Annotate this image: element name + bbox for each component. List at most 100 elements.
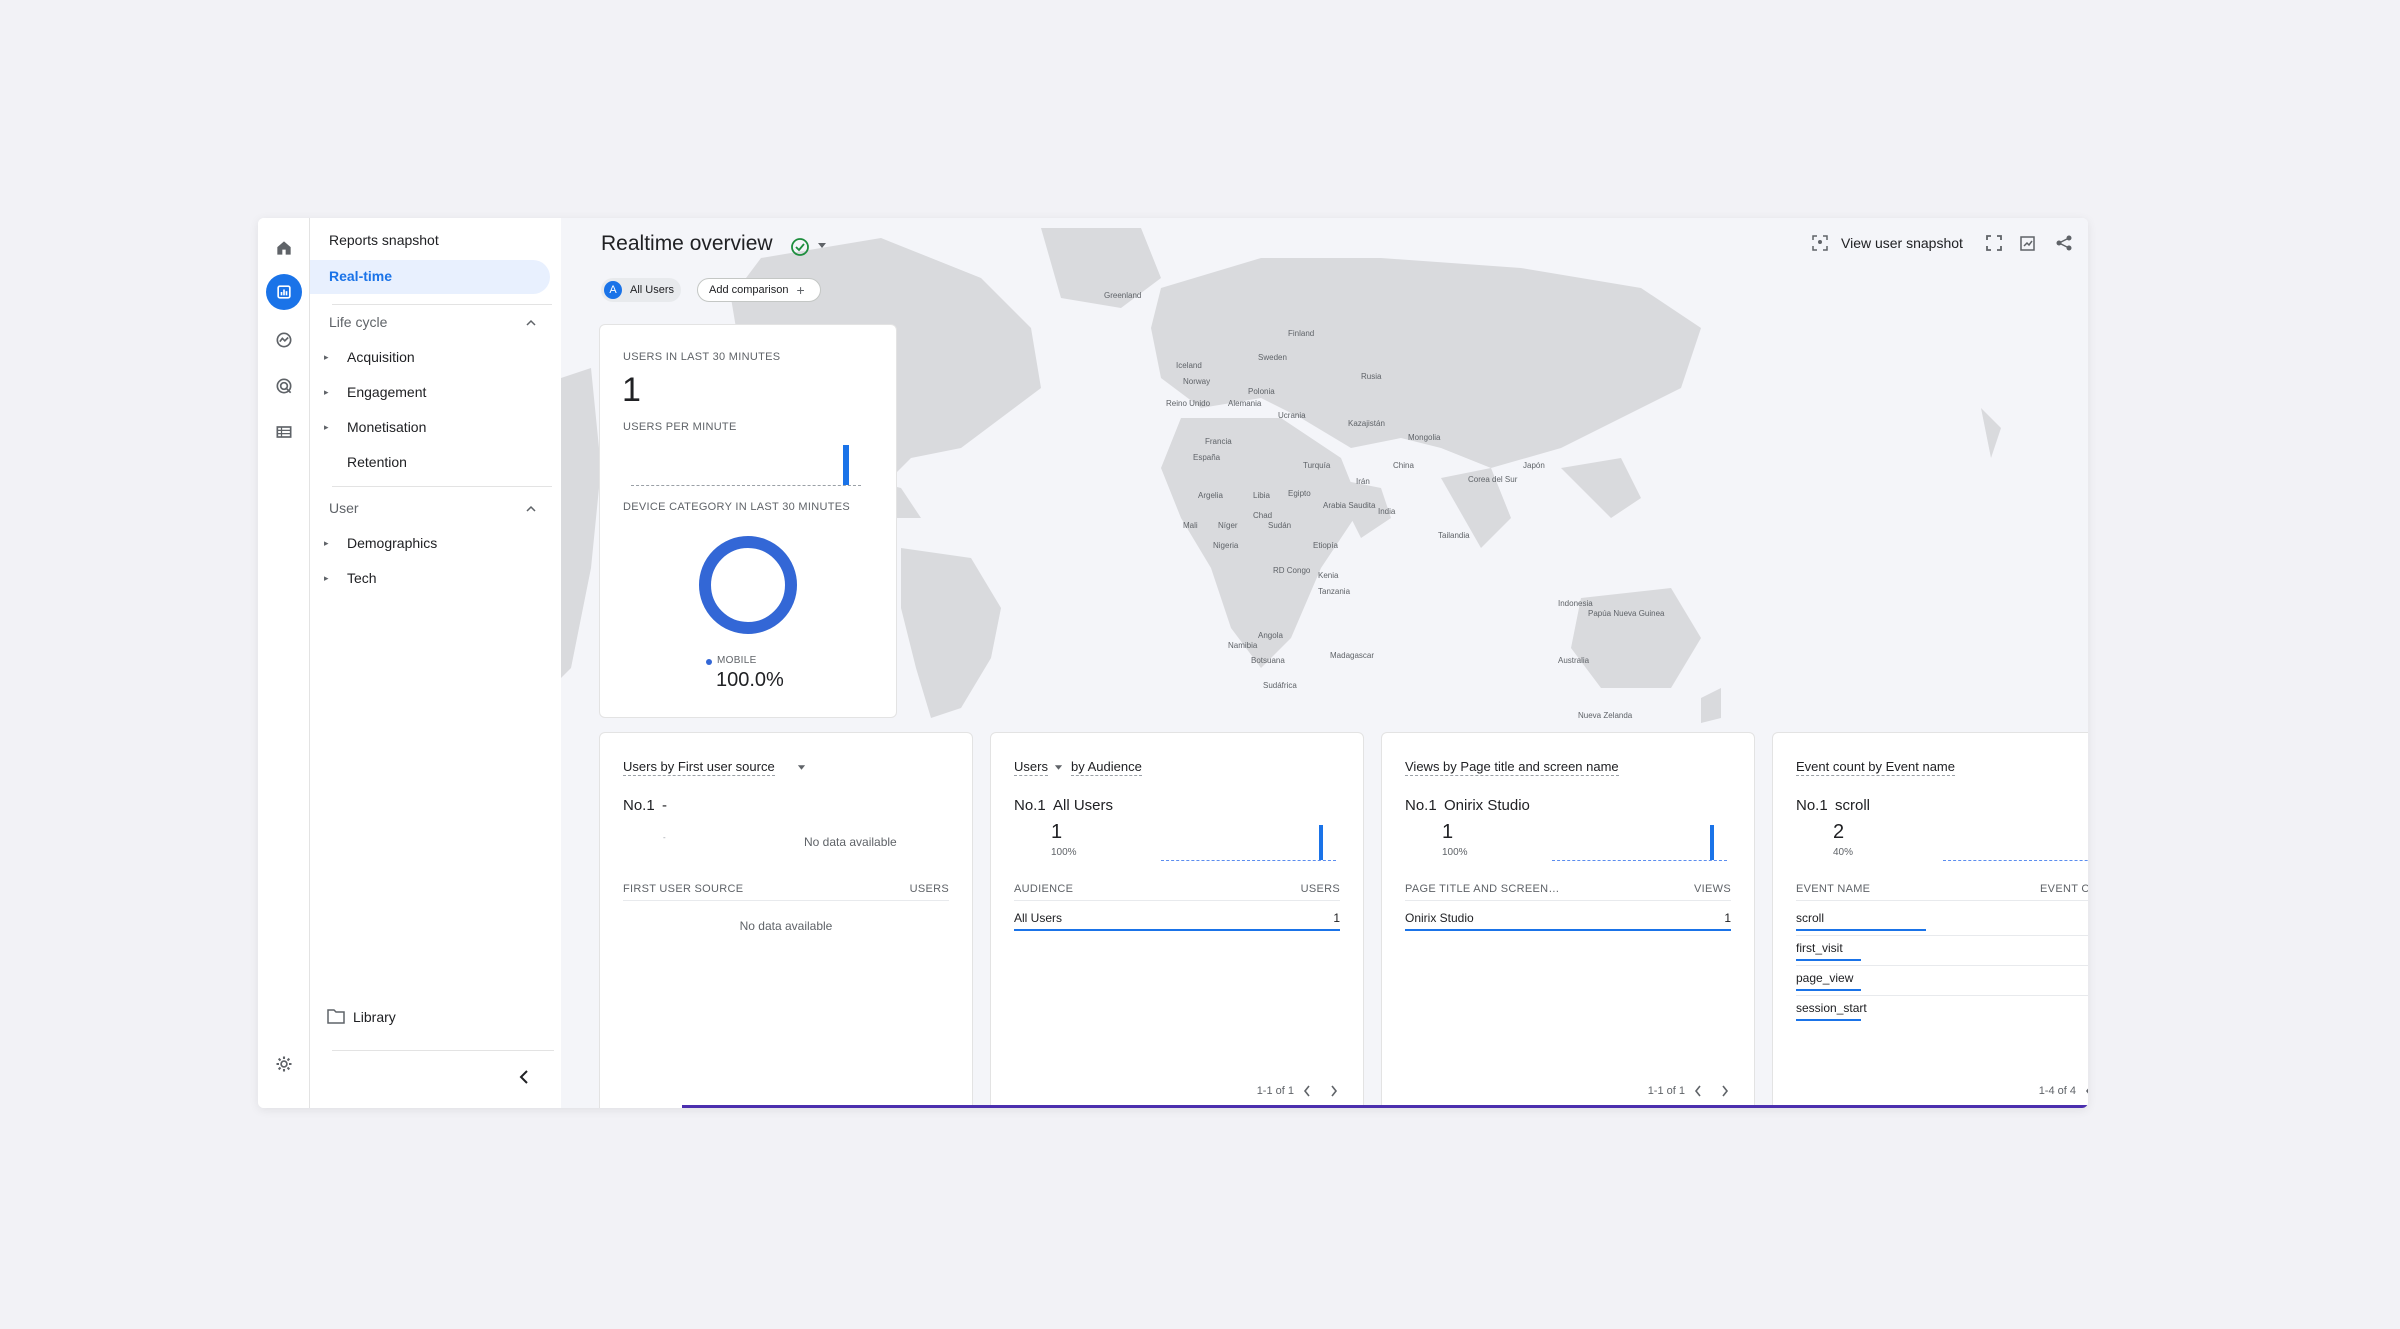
chevron-left-icon[interactable]: [2085, 1085, 2088, 1097]
collapse-chevron-left-icon[interactable]: [518, 1069, 530, 1085]
card-title[interactable]: Users by First user source: [623, 759, 775, 776]
top-rank: No.1: [623, 797, 655, 814]
nav-section-user[interactable]: User: [329, 500, 359, 516]
user-snapshot-icon[interactable]: [1811, 234, 1829, 252]
nav-divider: [332, 1050, 554, 1051]
nav-engagement[interactable]: Engagement: [347, 384, 426, 400]
table-header-dimension[interactable]: PAGE TITLE AND SCREEN…: [1405, 883, 1560, 895]
chevron-up-icon[interactable]: [526, 318, 536, 328]
map-country-label: China: [1393, 461, 1414, 470]
table-row[interactable]: page_view 1: [1796, 969, 2088, 997]
share-icon[interactable]: [2055, 234, 2073, 252]
device-category-label: DEVICE CATEGORY IN LAST 30 MINUTES: [623, 501, 850, 513]
map-country-label: Corea del Sur: [1468, 475, 1518, 484]
map-country-label: Francia: [1205, 437, 1232, 446]
expand-caret-icon[interactable]: ▸: [324, 422, 329, 433]
expand-caret-icon[interactable]: ▸: [324, 352, 329, 363]
table-header-metric[interactable]: USERS: [1301, 883, 1340, 895]
table-row[interactable]: Onirix Studio 1: [1405, 909, 1731, 937]
table-row[interactable]: scroll 2: [1796, 909, 2088, 937]
device-donut-chart[interactable]: [698, 535, 798, 635]
segment-chip-all-users[interactable]: A All Users: [601, 278, 681, 302]
map-country-label: Papúa Nueva Guinea: [1588, 609, 1665, 618]
table-header-metric[interactable]: VIEWS: [1694, 883, 1731, 895]
reports-icon[interactable]: [266, 274, 302, 310]
nav-monetisation[interactable]: Monetisation: [347, 419, 426, 435]
map-country-label: RD Congo: [1273, 566, 1311, 575]
row-name[interactable]: Onirix Studio: [1405, 911, 1474, 925]
expand-caret-icon[interactable]: ▸: [324, 538, 329, 549]
map-country-label: Mali: [1183, 521, 1198, 530]
top-name: -: [662, 797, 667, 814]
row-name[interactable]: first_visit: [1796, 941, 1843, 955]
chevron-left-icon[interactable]: [1303, 1085, 1311, 1097]
chevron-down-icon[interactable]: [797, 765, 806, 771]
fullscreen-icon[interactable]: [1985, 234, 2003, 252]
table-header-metric[interactable]: USERS: [910, 883, 949, 895]
row-name[interactable]: scroll: [1796, 911, 1824, 925]
chevron-down-icon[interactable]: [817, 242, 827, 250]
card-title-dimension[interactable]: by Audience: [1071, 759, 1142, 776]
advertising-icon[interactable]: [266, 368, 302, 404]
realtime-summary-card: USERS IN LAST 30 MINUTES 1 USERS PER MIN…: [599, 324, 897, 718]
per-minute-bar[interactable]: [843, 445, 849, 485]
no-data-message: No data available: [804, 835, 897, 849]
expand-caret-icon[interactable]: ▸: [324, 387, 329, 398]
explore-icon[interactable]: [266, 322, 302, 358]
table-header-dimension[interactable]: FIRST USER SOURCE: [623, 883, 743, 895]
left-rail: [258, 218, 310, 1108]
nav-reports-snapshot[interactable]: Reports snapshot: [329, 232, 439, 248]
nav-acquisition[interactable]: Acquisition: [347, 349, 415, 365]
map-country-label: Arabia Saudita: [1323, 501, 1376, 510]
realtime-card: Users by First user source No.1- - No data …: [599, 732, 973, 1108]
row-name[interactable]: page_view: [1796, 971, 1853, 985]
table-header-dimension[interactable]: EVENT NAME: [1796, 883, 1870, 895]
row-share-bar: [1796, 1019, 1862, 1021]
table-row[interactable]: first_visit 1: [1796, 939, 2088, 967]
map-country-label: Finland: [1288, 329, 1314, 338]
view-user-snapshot-button[interactable]: View user snapshot: [1841, 235, 1963, 251]
donut-segment-mobile[interactable]: [699, 536, 797, 634]
realtime-main: Greenland Iceland Finland Sweden Norway Reino…: [561, 218, 2088, 1108]
table-row[interactable]: All Users 1: [1014, 909, 1340, 937]
settings-gear-icon[interactable]: [266, 1046, 302, 1082]
nav-library[interactable]: Library: [353, 1009, 396, 1025]
table-header-metric[interactable]: EVENT COUNT: [2040, 883, 2088, 895]
table-row[interactable]: session_start 1: [1796, 999, 2088, 1027]
chevron-down-icon[interactable]: [1054, 765, 1063, 771]
configure-icon[interactable]: [266, 414, 302, 450]
card-title[interactable]: Event count by Event name: [1796, 759, 1955, 776]
table-header-dimension[interactable]: AUDIENCE: [1014, 883, 1073, 895]
card-title[interactable]: Views by Page title and screen name: [1405, 759, 1619, 776]
insights-icon[interactable]: [2019, 234, 2037, 252]
expand-caret-icon[interactable]: ▸: [324, 573, 329, 584]
status-check-icon[interactable]: [789, 236, 811, 258]
nav-retention[interactable]: Retention: [347, 454, 407, 470]
row-name[interactable]: session_start: [1796, 1001, 1867, 1015]
row-divider: [1796, 995, 2088, 996]
chevron-left-icon[interactable]: [1694, 1085, 1702, 1097]
add-comparison-button[interactable]: Add comparison +: [697, 278, 821, 302]
map-country-label: Sudáfrica: [1263, 681, 1297, 690]
nav-tech[interactable]: Tech: [347, 570, 377, 586]
card-title-metric[interactable]: Users: [1014, 759, 1048, 776]
nav-section-life-cycle[interactable]: Life cycle: [329, 314, 387, 330]
nav-realtime[interactable]: Real-time: [329, 268, 392, 284]
top-percent: 100%: [1442, 847, 1468, 858]
sparkline-bar[interactable]: [1710, 825, 1714, 860]
row-name[interactable]: All Users: [1014, 911, 1062, 925]
segment-label: All Users: [630, 284, 675, 296]
realtime-card: Users by Audience No.1 All Users 1 100% AUDIEN…: [990, 732, 1364, 1108]
chevron-right-icon[interactable]: [1721, 1085, 1729, 1097]
sparkline-bar[interactable]: [1319, 825, 1323, 860]
home-icon[interactable]: [266, 230, 302, 266]
add-comparison-label: Add comparison: [709, 284, 789, 296]
top-value: 2: [1833, 821, 1845, 843]
map-country-label: Tanzania: [1318, 587, 1351, 596]
chevron-up-icon[interactable]: [526, 504, 536, 514]
row-value: 1: [1724, 911, 1731, 925]
nav-demographics[interactable]: Demographics: [347, 535, 437, 551]
map-country-label: Kazajistán: [1348, 419, 1385, 428]
top-value: 1: [1051, 821, 1063, 843]
chevron-right-icon[interactable]: [1330, 1085, 1338, 1097]
